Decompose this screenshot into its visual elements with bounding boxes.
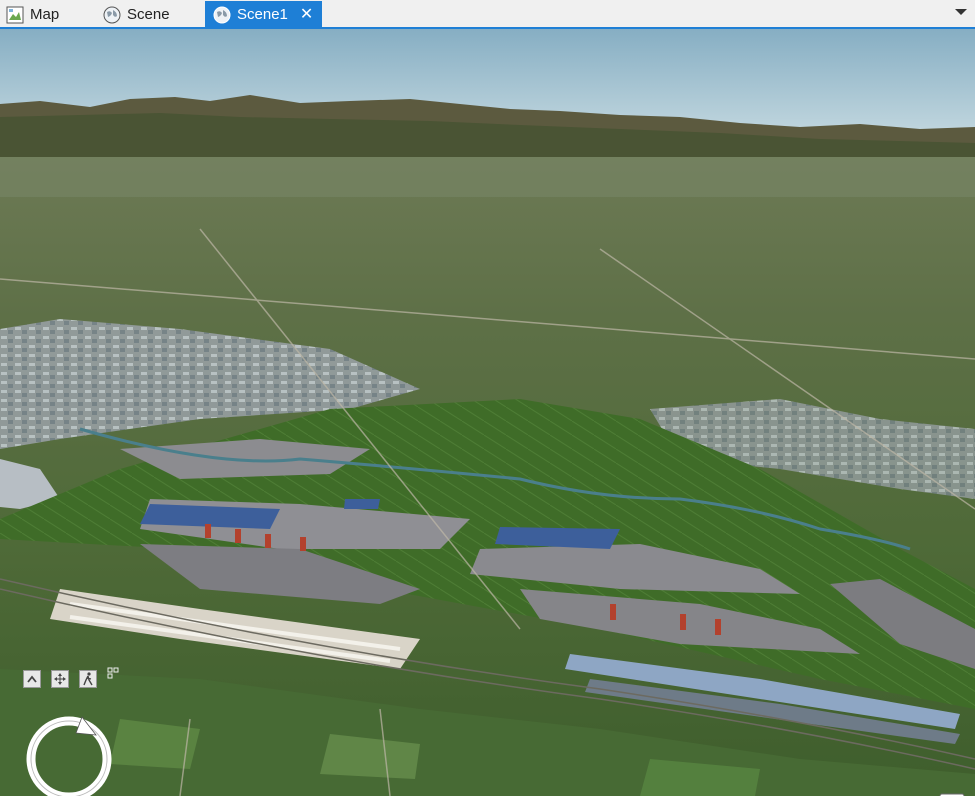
- walk-icon: [83, 672, 93, 686]
- close-tab-icon[interactable]: ✕: [300, 6, 313, 23]
- tab-scene1-label: Scene1: [237, 6, 288, 23]
- pan-arrows-icon: [54, 673, 66, 685]
- nav-tilt-up-button[interactable]: [23, 670, 41, 688]
- nav-walk-button[interactable]: [79, 670, 97, 688]
- tab-scene-label: Scene: [127, 6, 170, 23]
- nav-expand-button[interactable]: [107, 667, 119, 679]
- globe-icon: [103, 6, 121, 24]
- view-tab-bar: Map Scene Scene1 ✕: [0, 0, 975, 29]
- globe-icon: [213, 6, 231, 24]
- tab-scene1[interactable]: Scene1 ✕: [205, 1, 322, 28]
- tab-overflow-chevron-down-icon[interactable]: [955, 9, 967, 15]
- tab-map[interactable]: Map: [6, 2, 96, 27]
- tab-scene[interactable]: Scene: [103, 2, 198, 27]
- scene-rendering: [0, 29, 975, 796]
- nav-pan-button[interactable]: [51, 670, 69, 688]
- navigator-compass-icon[interactable]: [22, 711, 118, 796]
- tab-map-label: Map: [30, 6, 60, 23]
- expand-grid-icon: [107, 667, 119, 679]
- chevron-up-icon: [27, 675, 37, 683]
- map-icon: [6, 6, 24, 24]
- scene-viewport[interactable]: [0, 29, 975, 796]
